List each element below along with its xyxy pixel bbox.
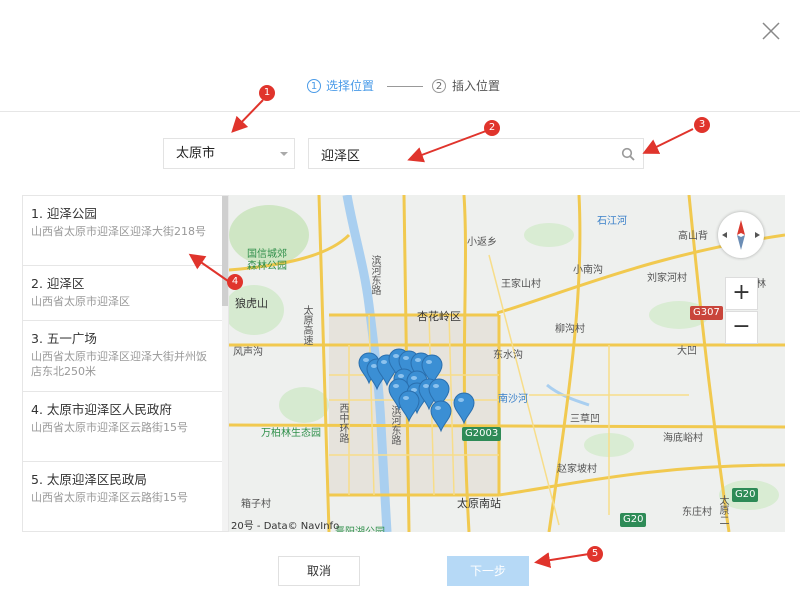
annotation-badge-4: 4	[227, 274, 243, 290]
annotation-badge-5: 5	[587, 546, 603, 562]
annotation-arrow-3	[642, 128, 694, 154]
annotation-arrows	[188, 99, 694, 569]
annotation-arrow-2	[407, 130, 487, 163]
annotation-badge-2: 2	[484, 120, 500, 136]
annotation-badge-3: 3	[694, 117, 710, 133]
annotation-badge-1: 1	[259, 85, 275, 101]
annotation-arrow-1	[231, 99, 264, 133]
annotation-arrow-4	[188, 253, 229, 282]
annotation-arrow-5	[534, 552, 590, 569]
